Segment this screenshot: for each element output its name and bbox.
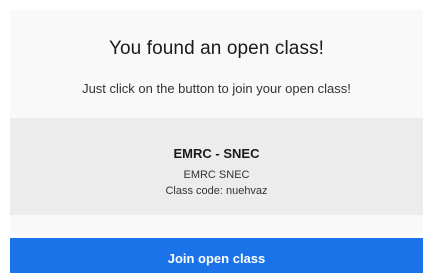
dialog-title: You found an open class!	[108, 38, 325, 59]
join-open-class-button[interactable]: Join open class	[10, 238, 423, 273]
class-description: EMRC SNEC	[183, 169, 250, 181]
class-card: EMRC - SNEC EMRC SNEC Class code: nuehva…	[10, 118, 423, 215]
class-code: Class code: nuehvaz	[165, 185, 268, 197]
open-class-panel: You found an open class! Just click on t…	[10, 10, 423, 234]
class-name: EMRC - SNEC	[173, 146, 260, 161]
dialog-subtitle: Just click on the button to join your op…	[82, 81, 351, 96]
page: You found an open class! Just click on t…	[0, 0, 423, 273]
